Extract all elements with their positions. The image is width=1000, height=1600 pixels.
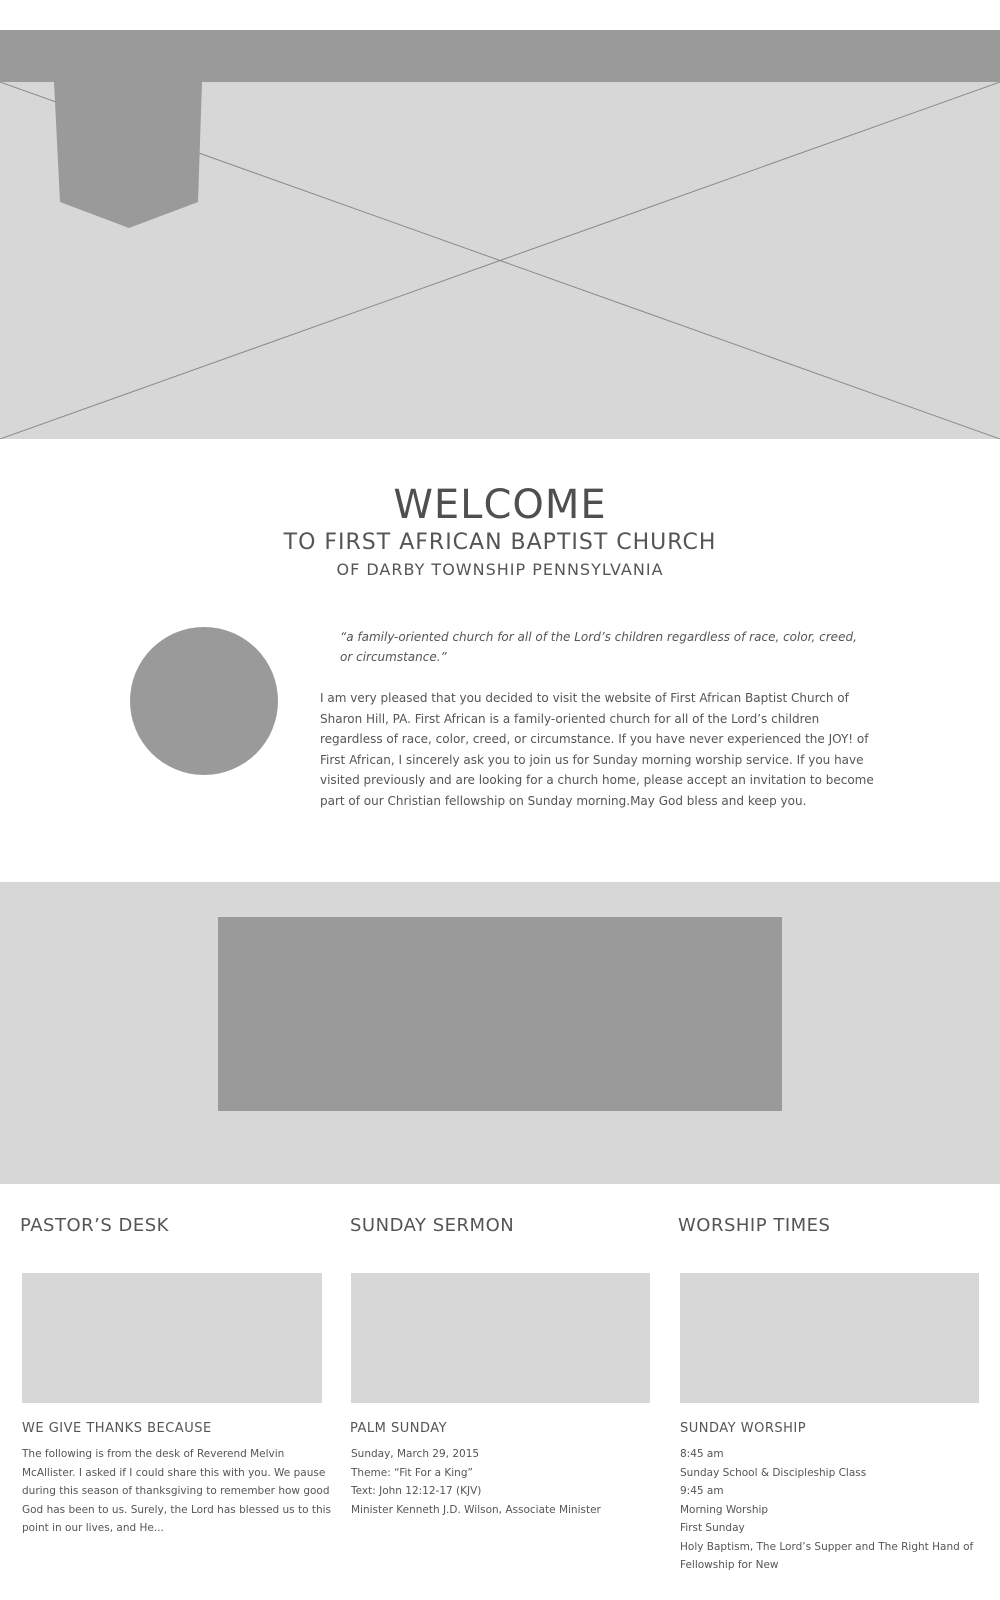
- welcome-quote: “a family-oriented church for all of the…: [340, 630, 857, 664]
- column-heading[interactable]: SUNDAY WORSHIP: [680, 1421, 806, 1436]
- body-line: Minister Kenneth J.D. Wilson, Associate …: [351, 1503, 601, 1516]
- body-line: Fellowship for New: [680, 1559, 779, 1571]
- pastor-avatar: [130, 627, 278, 775]
- body-line: God has been to us. Surely, the Lord has…: [22, 1503, 332, 1516]
- column-heading[interactable]: PALM SUNDAY: [350, 1421, 447, 1436]
- body-line: First Sunday: [680, 1522, 745, 1534]
- body-line: Text: John 12:12-17 (KJV): [351, 1485, 482, 1497]
- welcome-subtitle: TO FIRST AFRICAN BAPTIST CHURCH: [283, 530, 717, 555]
- body-line: Holy Baptism, The Lord’s Supper and The …: [680, 1540, 974, 1553]
- logo-tab[interactable]: [54, 82, 204, 228]
- column-heading[interactable]: WE GIVE THANKS BECAUSE: [22, 1421, 212, 1436]
- body-line: 9:45 am: [680, 1485, 724, 1497]
- column-body: 8:45 am Sunday School & Discipleship Cla…: [680, 1445, 973, 1575]
- top-nav-bar: [0, 30, 1000, 82]
- welcome-body: I am very pleased that you decided to vi…: [320, 691, 874, 808]
- column-body: Sunday, March 29, 2015 Theme: “Fit For a…: [351, 1445, 601, 1519]
- body-line: Sunday, March 29, 2015: [351, 1448, 480, 1460]
- body-line: The following is from the desk of Revere…: [22, 1448, 285, 1460]
- worship-times-column: WORSHIP TIMES SUNDAY WORSHIP 8:45 am Sun…: [678, 1215, 979, 1571]
- featured-video-placeholder[interactable]: [218, 917, 782, 1111]
- worship-times-image[interactable]: [680, 1273, 979, 1403]
- column-title: WORSHIP TIMES: [678, 1215, 831, 1236]
- pastors-desk-column: PASTOR’S DESK WE GIVE THANKS BECAUSE The…: [20, 1215, 331, 1534]
- body-line: Theme: “Fit For a King”: [351, 1466, 473, 1479]
- column-title: PASTOR’S DESK: [20, 1215, 169, 1236]
- body-line: during this season of thanksgiving to re…: [22, 1485, 330, 1497]
- body-line: point in our lives, and He...: [22, 1522, 164, 1534]
- body-line: 8:45 am: [680, 1448, 724, 1460]
- welcome-title: WELCOME: [393, 482, 607, 528]
- column-title: SUNDAY SERMON: [350, 1215, 515, 1236]
- body-line: Morning Worship: [680, 1503, 769, 1516]
- welcome-location: OF DARBY TOWNSHIP PENNSYLVANIA: [336, 560, 664, 579]
- column-body: The following is from the desk of Revere…: [22, 1445, 331, 1538]
- body-line: McAllister. I asked if I could share thi…: [22, 1466, 326, 1479]
- body-line: Sunday School & Discipleship Class: [680, 1466, 867, 1479]
- sunday-sermon-column: SUNDAY SERMON PALM SUNDAY Sunday, March …: [350, 1215, 650, 1516]
- pastors-desk-image[interactable]: [22, 1273, 322, 1403]
- sunday-sermon-image[interactable]: [351, 1273, 650, 1403]
